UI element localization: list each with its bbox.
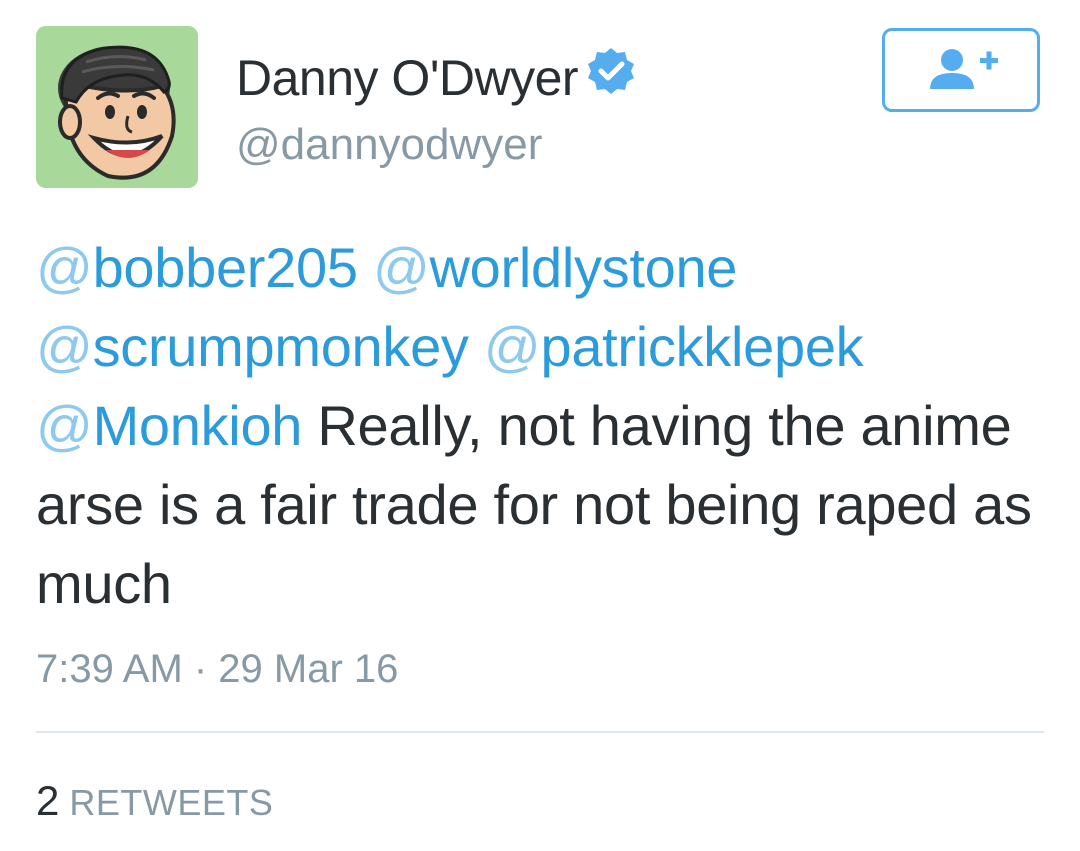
retweet-count: 2 [36, 777, 60, 824]
divider [36, 731, 1044, 733]
display-name-text: Danny O'Dwyer [236, 50, 579, 106]
avatar-illustration [36, 26, 198, 188]
follow-button[interactable] [882, 28, 1040, 112]
mention-link[interactable]: @Monkioh [36, 394, 302, 457]
mention-link[interactable]: @bobber205 [36, 236, 358, 299]
mention-link[interactable]: @scrumpmonkey [36, 315, 469, 378]
avatar[interactable] [36, 26, 198, 188]
user-handle[interactable]: @dannyodwyer [236, 118, 542, 172]
display-name[interactable]: Danny O'Dwyer [236, 48, 636, 113]
retweet-label: RETWEETS [69, 782, 274, 823]
verified-badge-icon [586, 46, 636, 109]
retweet-stats[interactable]: 2 RETWEETS [36, 776, 273, 836]
tweet-timestamp[interactable]: 7:39 AM · 29 Mar 16 [36, 644, 398, 694]
tweet-text: @bobber205 @worldlystone @scrumpmonkey @… [36, 228, 1046, 623]
mention-link[interactable]: @patrickklepek [484, 315, 864, 378]
mention-link[interactable]: @worldlystone [373, 236, 738, 299]
add-user-icon [930, 49, 998, 89]
